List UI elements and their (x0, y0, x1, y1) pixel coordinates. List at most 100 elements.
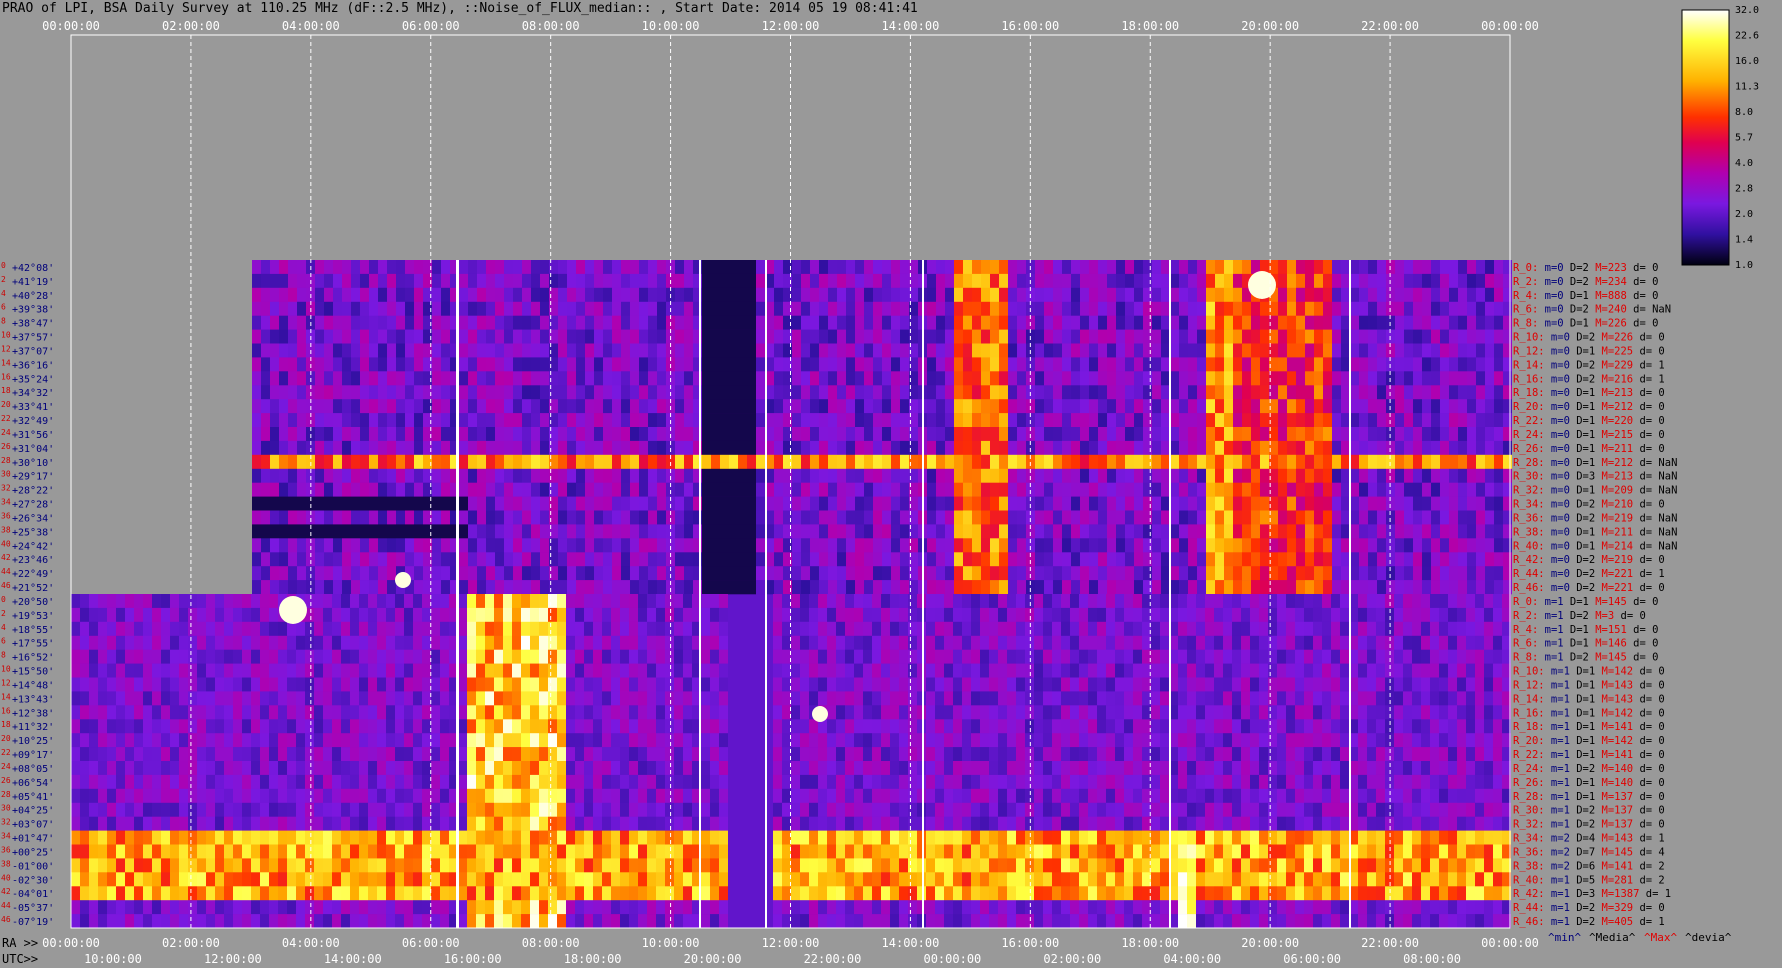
upper-cell (1377, 468, 1386, 483)
upper-cell (1170, 468, 1179, 483)
upper-cell (864, 482, 873, 497)
lower-cell (431, 691, 440, 706)
upper-cell (576, 315, 585, 330)
upper-cell (1017, 357, 1026, 372)
upper-cell (297, 468, 306, 483)
upper-cell (1233, 315, 1242, 330)
upper-cell (378, 580, 387, 595)
upper-cell (936, 468, 945, 483)
lower-cell (179, 635, 188, 650)
upper-cell (315, 538, 324, 553)
lower-cell (503, 663, 512, 678)
upper-cell (315, 301, 324, 316)
upper-cell (792, 566, 801, 581)
lower-cell (962, 649, 971, 664)
upper-cell (756, 440, 765, 456)
upper-cell (1404, 287, 1413, 302)
upper-cell (252, 273, 261, 289)
upper-cell (1260, 385, 1269, 400)
upper-cell (972, 385, 981, 400)
upper-cell (927, 482, 936, 497)
upper-cell (360, 566, 369, 581)
upper-cell (396, 273, 405, 289)
upper-cell (945, 357, 954, 372)
upper-cell (1260, 371, 1269, 386)
upper-cell (1323, 343, 1332, 358)
lower-cell (431, 733, 440, 748)
upper-cell (522, 496, 531, 511)
upper-cell (261, 454, 270, 469)
upper-cell (1053, 371, 1062, 386)
upper-cell (1350, 371, 1359, 386)
lower-cell (1160, 719, 1169, 734)
lower-cell (1151, 677, 1160, 692)
lower-cell (206, 607, 215, 623)
upper-cell (729, 343, 738, 358)
upper-cell (1116, 329, 1125, 344)
lower-cell (341, 635, 350, 650)
upper-cell (1188, 399, 1197, 414)
lower-cell (899, 649, 908, 664)
lower-cell (683, 705, 692, 720)
lower-cell (773, 621, 782, 636)
upper-cell (522, 301, 531, 316)
upper-cell (972, 496, 981, 511)
lower-cell (809, 649, 818, 664)
lower-cell (1205, 691, 1214, 706)
upper-cell (432, 371, 441, 386)
upper-cell (801, 482, 810, 497)
lower-cell (485, 705, 494, 720)
lower-cell (1412, 719, 1421, 734)
upper-cell (387, 566, 396, 581)
upper-cell (837, 273, 846, 289)
upper-cell (846, 385, 855, 400)
lower-cell (350, 677, 359, 692)
upper-cell (558, 580, 567, 595)
upper-cell (1188, 468, 1197, 483)
upper-cell (648, 329, 657, 344)
upper-cell (747, 454, 756, 469)
lower-cell (1466, 607, 1475, 623)
upper-cell (1053, 524, 1062, 539)
lower-cell (872, 649, 881, 664)
lower-cell (1277, 635, 1286, 650)
upper-cell (1413, 287, 1422, 302)
upper-cell (387, 357, 396, 372)
upper-cell (333, 260, 342, 275)
upper-cell (1476, 566, 1485, 581)
upper-cell (999, 287, 1008, 302)
lower-cell (809, 635, 818, 650)
upper-cell (495, 454, 504, 469)
upper-cell (432, 399, 441, 414)
lower-cell (800, 677, 809, 692)
lower-cell (827, 607, 836, 623)
upper-cell (333, 413, 342, 428)
lower-cell (971, 691, 980, 706)
lower-cell (1133, 677, 1142, 692)
upper-cell (747, 399, 756, 414)
upper-cell (1089, 315, 1098, 330)
upper-cell (837, 427, 846, 442)
upper-cell (981, 580, 990, 595)
upper-cell (900, 440, 909, 456)
lower-cell (125, 691, 134, 706)
upper-cell (1071, 524, 1080, 539)
upper-cell (747, 385, 756, 400)
upper-cell (477, 357, 486, 372)
upper-cell (1287, 566, 1296, 581)
upper-cell (612, 413, 621, 428)
upper-cell (1458, 329, 1467, 344)
upper-cell (477, 301, 486, 316)
lower-cell (656, 705, 665, 720)
upper-cell (1125, 454, 1134, 469)
lower-cell (521, 621, 530, 636)
upper-cell (1287, 482, 1296, 497)
upper-cell (1152, 454, 1161, 469)
lower-cell (521, 635, 530, 650)
upper-cell (297, 273, 306, 289)
lower-cell (440, 719, 449, 734)
upper-cell (315, 524, 324, 539)
lower-cell (1097, 635, 1106, 650)
upper-cell (1242, 301, 1251, 316)
upper-cell (1197, 357, 1206, 372)
